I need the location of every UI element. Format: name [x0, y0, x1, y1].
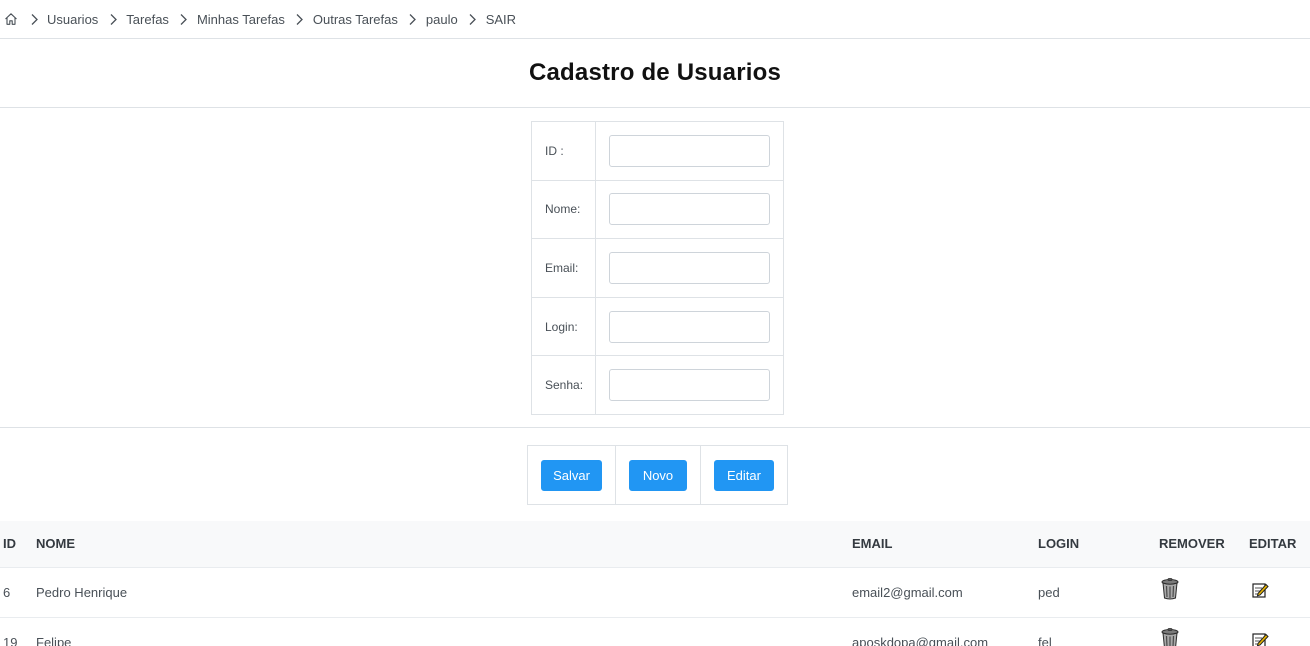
header-remove: REMOVER	[1156, 521, 1246, 568]
trash-icon[interactable]	[1159, 627, 1181, 646]
header-login: LOGIN	[1035, 521, 1156, 568]
login-label: Login:	[531, 296, 596, 357]
user-form: ID : Nome: Email: Login: Senha:	[531, 121, 785, 415]
cell-email: email2@gmail.com	[849, 567, 1035, 618]
senha-input[interactable]	[608, 369, 770, 402]
nome-input[interactable]	[608, 193, 770, 226]
table-header-row: ID NOME EMAIL LOGIN REMOVER EDITAR	[0, 521, 1310, 568]
breadcrumb-tarefas[interactable]: Tarefas	[126, 12, 169, 27]
edit-button[interactable]: Editar	[714, 459, 774, 491]
form-row-login: Login:	[531, 296, 785, 357]
cell-id: 6	[0, 567, 33, 618]
cell-email: aposkdopa@gmail.com	[849, 617, 1035, 646]
edit-icon[interactable]	[1249, 579, 1271, 601]
email-input[interactable]	[608, 251, 770, 284]
cell-name: Pedro Henrique	[33, 567, 849, 618]
table-row: 6 Pedro Henrique email2@gmail.com ped	[0, 567, 1310, 618]
save-button[interactable]: Salvar	[541, 459, 602, 491]
breadcrumb-minhas-tarefas[interactable]: Minhas Tarefas	[197, 12, 285, 27]
header-email: EMAIL	[849, 521, 1035, 568]
divider	[0, 427, 1310, 428]
header-name: NOME	[33, 521, 849, 568]
nome-label: Nome:	[531, 179, 596, 240]
senha-label: Senha:	[531, 355, 596, 415]
title-bar: Cadastro de Usuarios	[0, 39, 1310, 108]
chevron-right-icon	[27, 12, 41, 26]
home-icon[interactable]	[3, 11, 19, 27]
new-button[interactable]: Novo	[629, 459, 687, 491]
chevron-right-icon	[106, 12, 120, 26]
header-id: ID	[0, 521, 33, 568]
id-input[interactable]	[608, 134, 770, 167]
form-row-id: ID :	[531, 121, 785, 181]
cell-name: Felipe	[33, 617, 849, 646]
page-title: Cadastro de Usuarios	[528, 59, 782, 86]
chevron-right-icon	[466, 12, 480, 26]
table-row: 19 Felipe aposkdopa@gmail.com fel	[0, 617, 1310, 646]
header-edit: EDITAR	[1246, 521, 1310, 568]
cell-login: fel	[1035, 617, 1156, 646]
breadcrumb-logout[interactable]: SAIR	[486, 12, 516, 27]
cell-login: ped	[1035, 567, 1156, 618]
breadcrumb-outras-tarefas[interactable]: Outras Tarefas	[313, 12, 398, 27]
breadcrumb: Usuarios Tarefas Minhas Tarefas Outras T…	[0, 0, 1310, 39]
form-row-senha: Senha:	[531, 355, 785, 415]
form-row-email: Email:	[531, 238, 785, 298]
breadcrumb-user[interactable]: paulo	[426, 12, 458, 27]
cell-id: 19	[0, 617, 33, 646]
chevron-right-icon	[177, 12, 191, 26]
edit-icon[interactable]	[1249, 629, 1271, 646]
breadcrumb-usuarios[interactable]: Usuarios	[47, 12, 98, 27]
chevron-right-icon	[293, 12, 307, 26]
trash-icon[interactable]	[1159, 577, 1181, 600]
email-label: Email:	[531, 238, 596, 298]
id-label: ID :	[531, 121, 596, 181]
chevron-right-icon	[406, 12, 420, 26]
login-input[interactable]	[608, 310, 770, 343]
action-bar: Salvar Novo Editar	[527, 445, 788, 505]
form-row-nome: Nome:	[531, 179, 785, 240]
users-table: ID NOME EMAIL LOGIN REMOVER EDITAR 6 Ped…	[0, 521, 1310, 646]
